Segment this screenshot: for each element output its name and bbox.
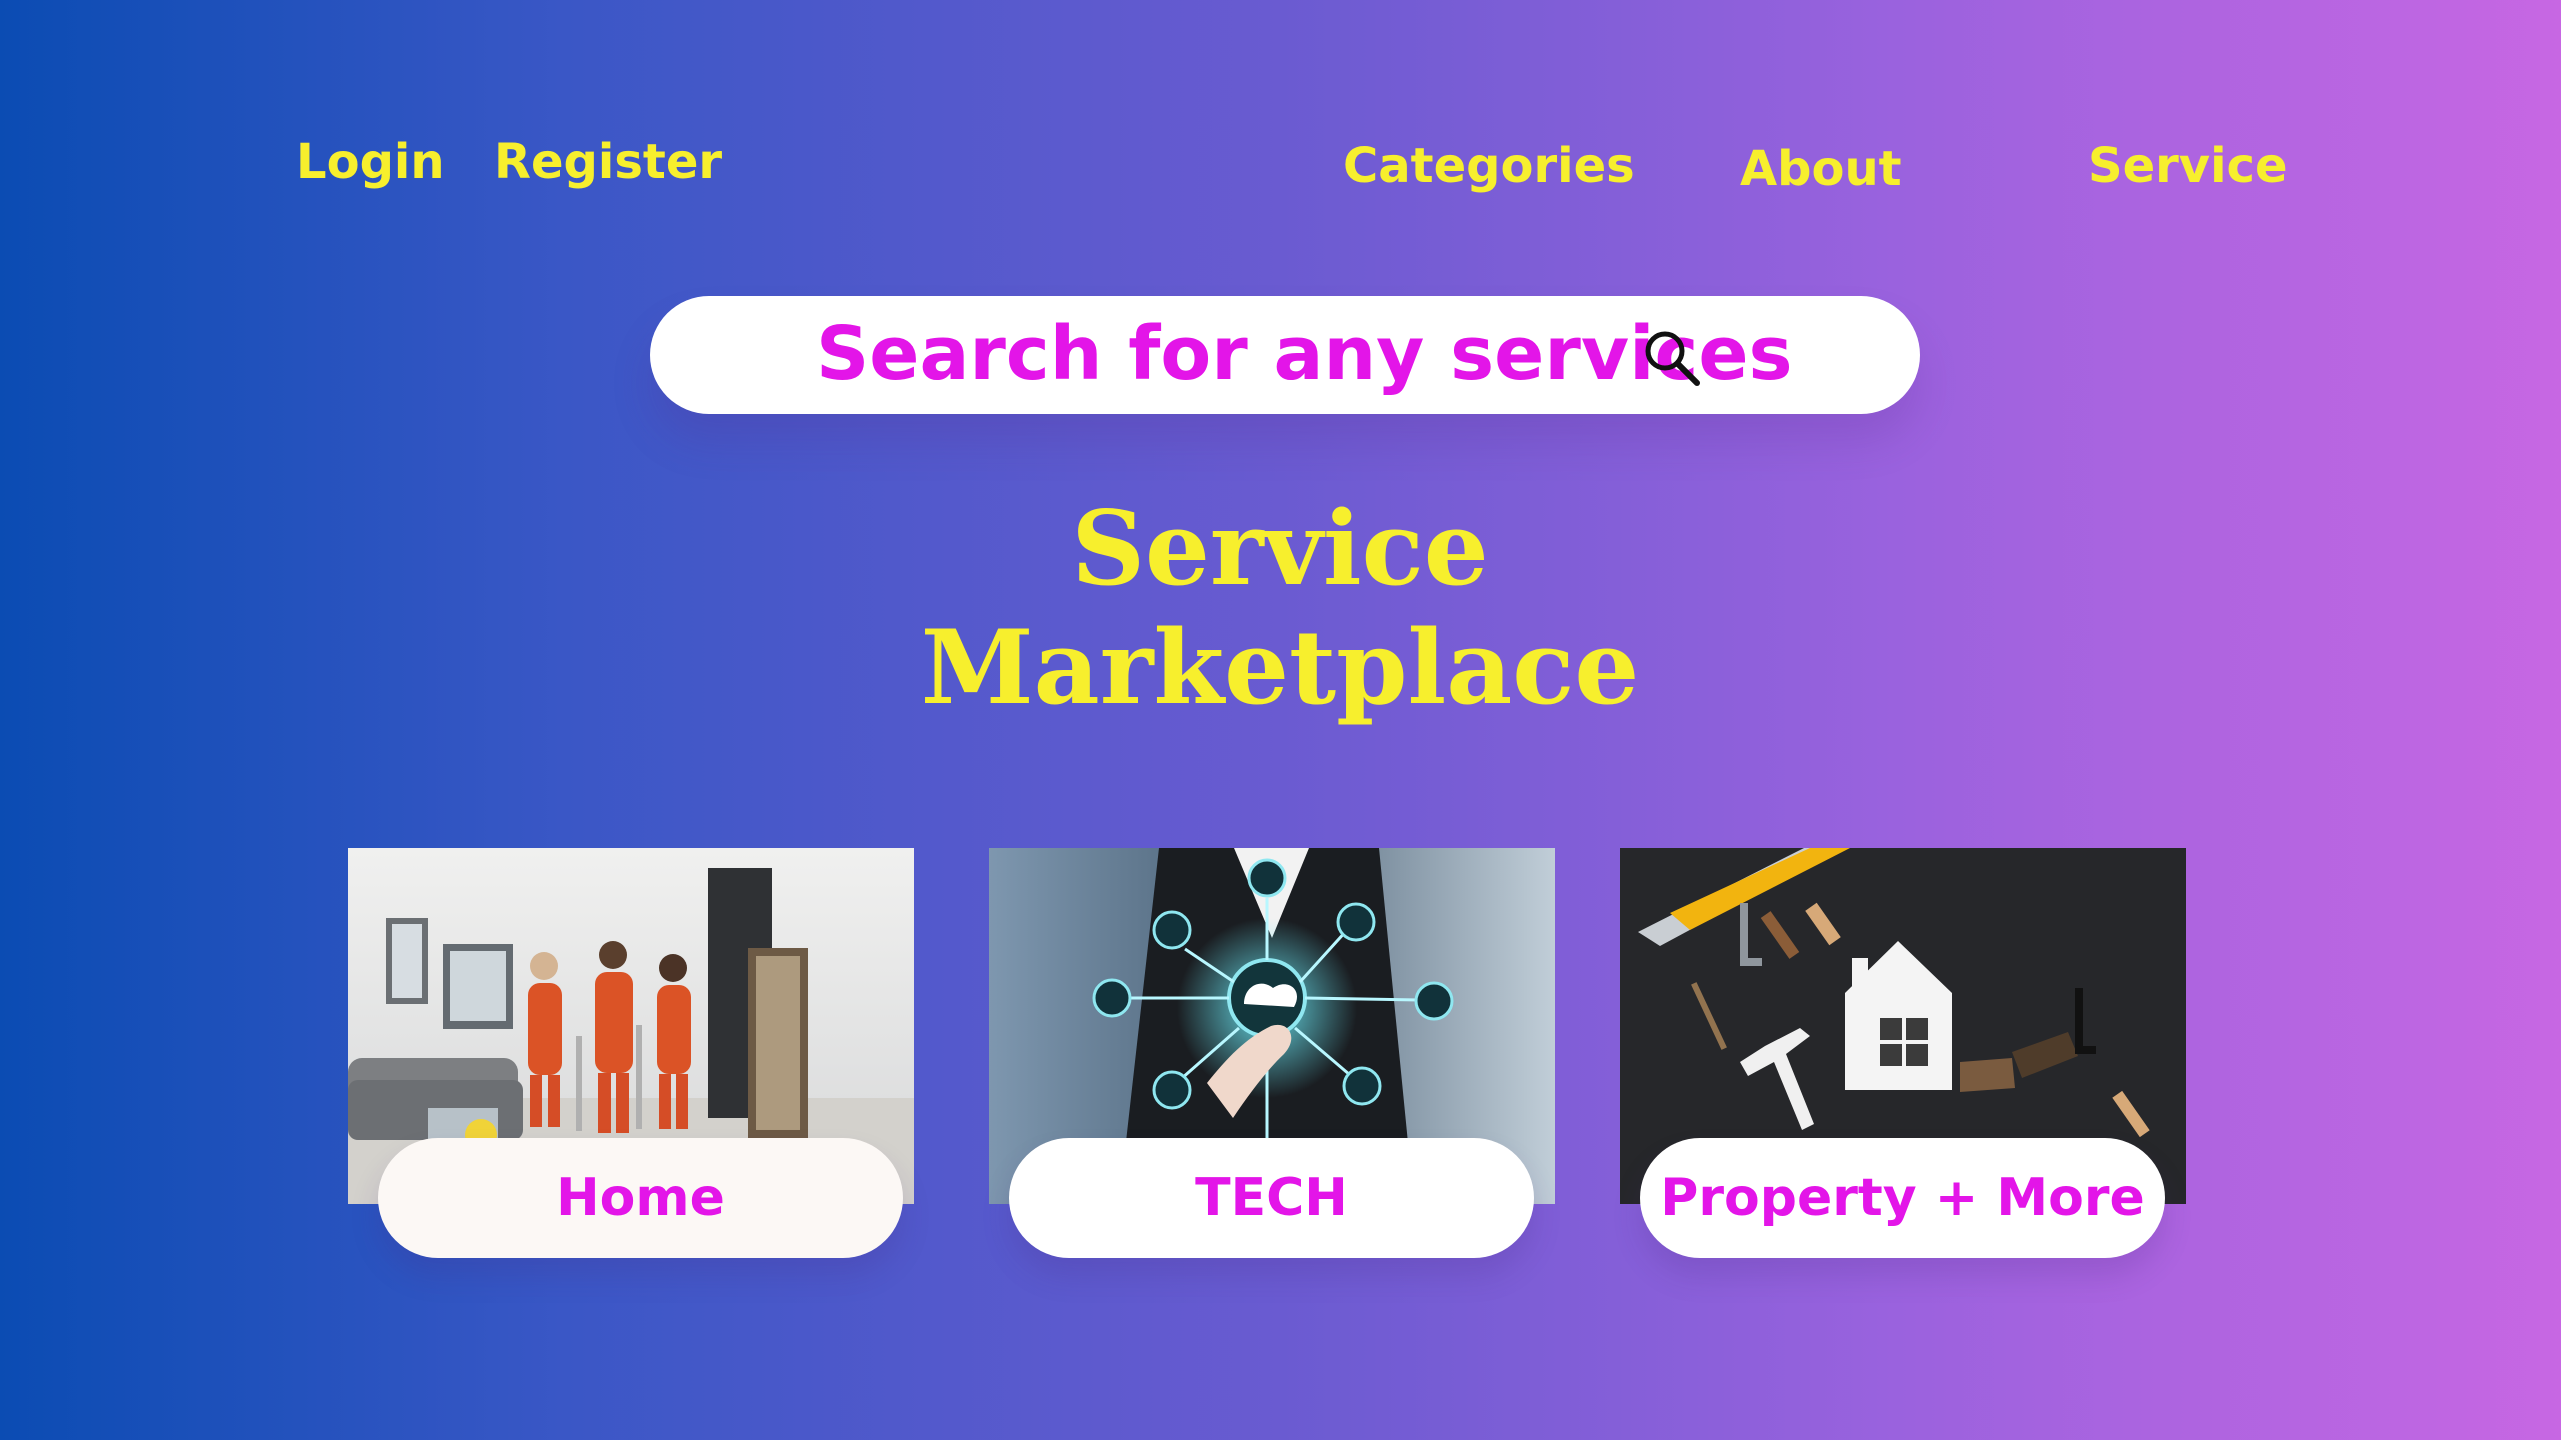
nav-categories-link[interactable]: Categories	[1343, 142, 1635, 190]
tech-category-label[interactable]: TECH	[1009, 1138, 1534, 1258]
nav-register-link[interactable]: Register	[494, 138, 722, 186]
hero-title: Service Marketplace	[880, 489, 1680, 729]
nav-about-link[interactable]: About	[1740, 145, 1902, 193]
nav-login-link[interactable]: Login	[296, 138, 445, 186]
nav-service-link[interactable]: Service	[2088, 142, 2288, 190]
category-card-home[interactable]: Home	[348, 848, 914, 1258]
search-bar[interactable]: Search for any services	[650, 296, 1920, 414]
category-card-property[interactable]: Property + More	[1620, 848, 2186, 1258]
home-category-label[interactable]: Home	[378, 1138, 903, 1258]
hero-title-line-2: Marketplace	[920, 608, 1640, 729]
hero-title-line-1: Service	[1071, 489, 1489, 609]
category-card-tech[interactable]: TECH	[989, 848, 1555, 1258]
search-icon[interactable]	[1640, 326, 1704, 390]
property-category-label[interactable]: Property + More	[1640, 1138, 2165, 1258]
landing-page: Login Register Categories About Service …	[0, 0, 2561, 1440]
